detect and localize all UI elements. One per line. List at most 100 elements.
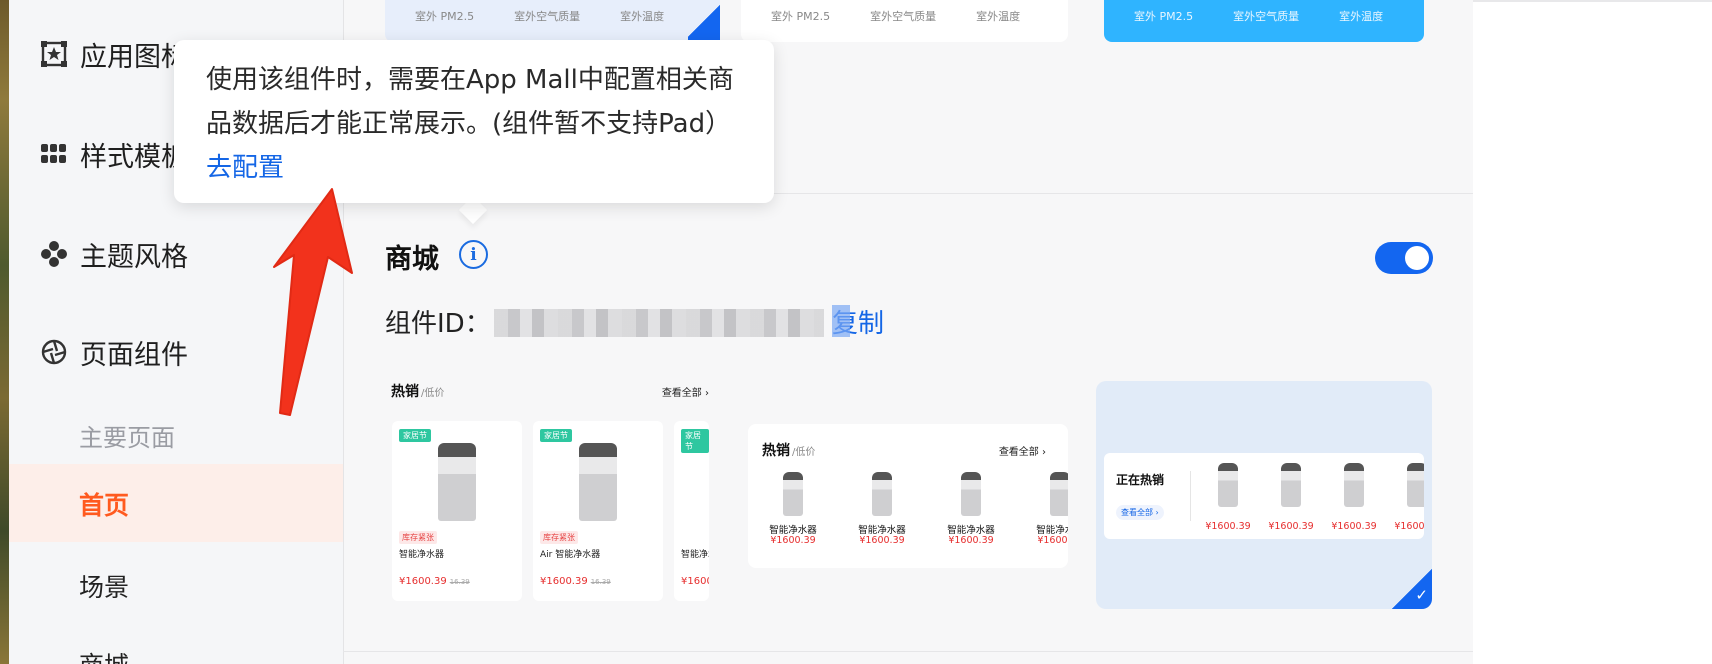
product-name: 智能净水器	[681, 550, 709, 560]
preview-header: 热销/低价 查看全部 ›	[385, 381, 715, 405]
product-name: 智能净水器	[858, 525, 906, 536]
preview-title: 热销	[762, 443, 790, 459]
mini-product: ¥1600.39	[1261, 463, 1321, 537]
section-enable-toggle[interactable]	[1375, 242, 1433, 274]
view-all-link: 查看全部 ›	[1116, 505, 1164, 520]
sidebar-page-scene[interactable]: 场景	[79, 568, 129, 604]
stock-tag: 库存紧张	[540, 531, 578, 544]
red-arrow-annotation	[273, 188, 353, 416]
product-card: 家居节 库存紧张 Air 智能净水器 ¥1600.39 16.39	[533, 421, 663, 601]
top-border	[1473, 0, 1712, 2]
promo-tag: 家居节	[540, 429, 572, 442]
mini-product: 智能净水器 ¥1600.39	[1025, 472, 1068, 552]
style-preview-3-selected[interactable]: 正在热销 查看全部 › ¥1600.39 ¥1600.39 ¥1600.39 ¥…	[1096, 381, 1432, 609]
product-card: 家居节 库存紧张 智能净水器 ¥1600.39 16.39	[392, 421, 522, 601]
purifier-image	[438, 443, 476, 521]
style-preview-1[interactable]: 热销/低价 查看全部 › 家居节 库存紧张 智能净水器 ¥1600.39 16.3…	[385, 381, 715, 605]
view-all-link: 查看全部 ›	[661, 388, 709, 399]
weather-label: 室外 PM2.5	[1134, 10, 1194, 23]
preview-title: 热销	[391, 384, 419, 400]
purifier-image	[1050, 472, 1068, 516]
product-price: ¥1600.39	[1394, 521, 1424, 532]
preview-inner-card: 正在热销 查看全部 › ¥1600.39 ¥1600.39 ¥1600.39 ¥…	[1104, 453, 1424, 539]
mini-product: 智能净水器 ¥1600.39	[758, 472, 828, 552]
stock-tag: 库存紧张	[399, 531, 437, 544]
separator	[1190, 471, 1191, 521]
sidebar-item-label: 主题风格	[80, 241, 188, 273]
configure-link[interactable]: 去配置	[206, 153, 284, 183]
info-tooltip: 使用该组件时，需要在App Mall中配置相关商品数据后才能正常展示。(组件暂不…	[174, 40, 774, 203]
right-blank-area	[1473, 0, 1712, 664]
weather-label: 室外空气质量	[1233, 10, 1300, 23]
product-price: ¥1600.39	[1331, 521, 1377, 532]
product-price: ¥1600.39	[681, 576, 709, 587]
product-name: 智能净水器	[1036, 525, 1068, 536]
product-price: ¥1600.39	[948, 535, 994, 546]
desktop-edge	[0, 0, 9, 664]
purifier-image	[1281, 463, 1301, 507]
mini-product: ¥1600.39	[1324, 463, 1384, 537]
weather-label: 室外温度	[1339, 10, 1384, 23]
weather-card-blue[interactable]: 室外 PM2.5 室外空气质量 室外温度	[1104, 0, 1424, 42]
sidebar-item-label: 应用图标	[80, 41, 188, 73]
sidebar-item-theme[interactable]: 主题风格	[40, 234, 188, 274]
toggle-knob	[1405, 246, 1429, 270]
mini-product: 智能净水器 ¥1600.39	[936, 472, 1006, 552]
sidebar-page-home[interactable]: 首页	[79, 486, 129, 522]
purifier-image	[579, 443, 617, 521]
tooltip-text: 使用该组件时，需要在App Mall中配置相关商品数据后才能正常展示。(组件暂不…	[206, 65, 734, 139]
check-icon: ✓	[1415, 586, 1428, 604]
purifier-image	[783, 472, 803, 516]
selected-check-badge	[688, 0, 720, 42]
info-icon[interactable]: i	[459, 240, 488, 269]
preview-subtitle: /低价	[792, 447, 816, 458]
purifier-image	[1407, 463, 1424, 507]
product-name: 智能净水器	[399, 550, 445, 560]
sidebar-item-label: 页面组件	[80, 339, 188, 371]
weather-card[interactable]: 室外 PM2.5 室外空气质量 室外温度	[741, 0, 1068, 42]
product-name: Air 智能净水器	[540, 550, 601, 560]
product-price: ¥1600.39	[859, 535, 905, 546]
aperture-icon	[40, 338, 68, 366]
sidebar-item-style-template[interactable]: 样式模板	[40, 134, 188, 174]
preview-header: 热销/低价 查看全部 ›	[756, 440, 1052, 464]
product-price: ¥1600.39	[1268, 521, 1314, 532]
preview-title: 正在热销	[1116, 473, 1165, 487]
weather-label: 室外温度	[976, 10, 1021, 23]
product-name: 智能净水器	[769, 525, 817, 536]
product-price: ¥1600.39 16.39	[399, 576, 470, 587]
component-id-label: 组件ID：	[385, 309, 491, 339]
sidebar-active-highlight	[9, 464, 343, 542]
weather-label: 室外空气质量	[514, 10, 581, 23]
section-title: 商城	[385, 244, 439, 275]
component-id-value-redacted	[494, 309, 824, 337]
grid-dots-icon	[40, 140, 68, 168]
theme-dots-icon	[40, 240, 68, 268]
sidebar-item-label: 样式模板	[80, 141, 188, 173]
sidebar-item-app-icon[interactable]: 应用图标	[40, 34, 188, 74]
weather-label: 室外 PM2.5	[415, 10, 475, 23]
weather-label: 室外温度	[620, 10, 665, 23]
sidebar-item-page-components[interactable]: 页面组件	[40, 332, 188, 372]
text-selection-highlight	[832, 305, 850, 337]
weather-label: 室外 PM2.5	[771, 10, 831, 23]
purifier-image	[872, 472, 892, 516]
promo-tag: 家居节	[399, 429, 431, 442]
product-price: ¥1600.39 16.39	[540, 576, 611, 587]
purifier-image	[1344, 463, 1364, 507]
promo-tag: 家居节	[681, 429, 709, 453]
product-name: 智能净水器	[947, 525, 995, 536]
product-price: ¥1600.39	[1205, 521, 1251, 532]
weather-label: 室外空气质量	[870, 10, 937, 23]
product-price: ¥1600.39	[1037, 535, 1068, 546]
purifier-image	[961, 472, 981, 516]
weather-card-selected[interactable]: 室外 PM2.5 室外空气质量 室外温度	[385, 0, 720, 42]
mini-product: ¥1600.39	[1387, 463, 1424, 537]
sidebar-page-mall[interactable]: 商城	[79, 646, 129, 664]
app-icon-icon	[40, 40, 68, 68]
view-all-link: 查看全部 ›	[998, 447, 1046, 458]
sidebar-section-label: 主要页面	[79, 424, 175, 452]
product-card-partial: 家居节 智能净水器 ¥1600.39	[674, 421, 709, 601]
style-preview-2[interactable]: 热销/低价 查看全部 › 智能净水器 ¥1600.39 智能净水器 ¥1600.…	[748, 424, 1068, 568]
preview-subtitle: /低价	[421, 388, 445, 399]
